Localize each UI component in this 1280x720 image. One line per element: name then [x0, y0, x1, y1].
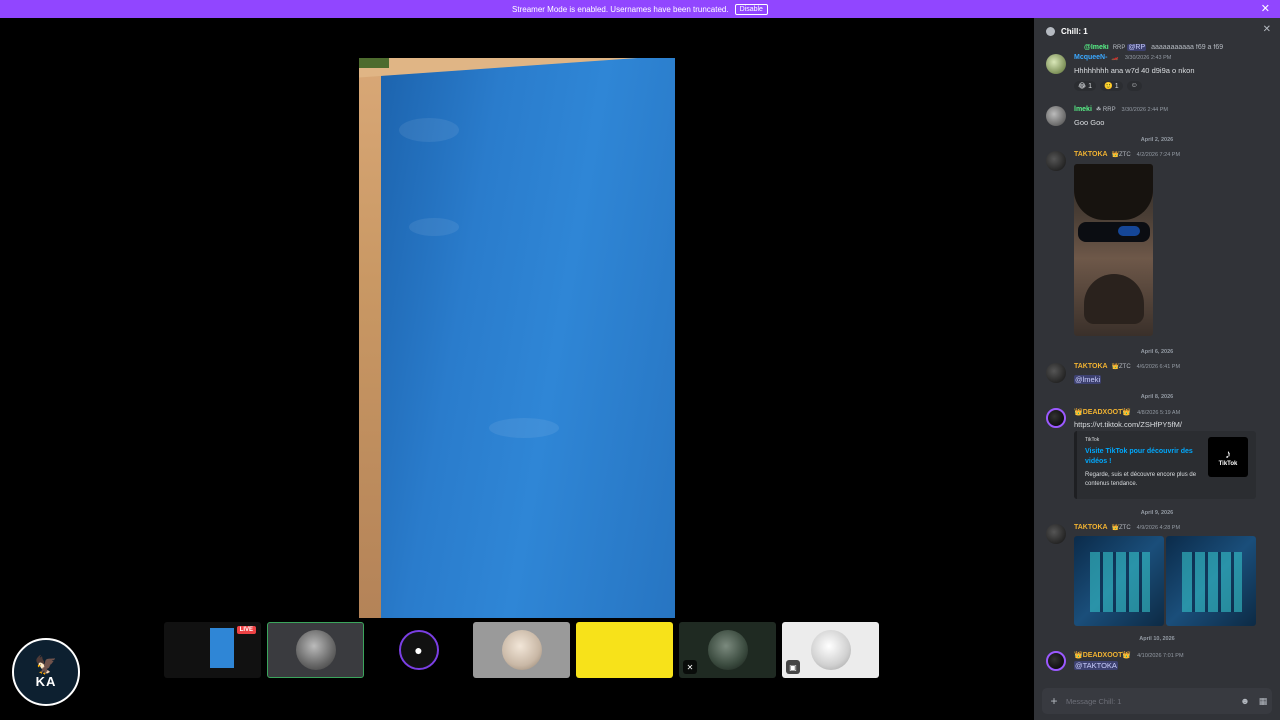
reaction-chip[interactable]: 🙂 1: [1100, 81, 1123, 91]
embed-provider: TikTok: [1085, 437, 1100, 443]
avatar: [1046, 408, 1066, 428]
timestamp: 4/10/2026 7:01 PM: [1137, 653, 1184, 659]
participant-tile-screenshare[interactable]: LIVE: [164, 622, 261, 678]
embed-description: Regarde, suis et découvre encore plus de…: [1085, 472, 1197, 487]
author-name[interactable]: TAKTOKA: [1074, 151, 1108, 158]
avatar: [1046, 151, 1066, 171]
banner-text: Streamer Mode is enabled. Usernames have…: [512, 4, 729, 14]
author-tag: 🏎️: [1111, 55, 1119, 61]
reply-mention: @RP: [1127, 44, 1147, 51]
message-list: @lmeki RRP @RP aaaaaaaaaaa f69 a f69 Mcq…: [1034, 44, 1280, 684]
timestamp: 3/30/2026 2:43 PM: [1124, 55, 1172, 61]
participant-strip: LIVE ● ✕ ▣: [164, 622, 879, 680]
timestamp: 4/6/2026 6:41 PM: [1136, 364, 1181, 370]
music-note-icon: ♪: [1225, 447, 1231, 461]
timestamp: 4/9/2026 4:28 PM: [1136, 525, 1181, 531]
reply-text: aaaaaaaaaaa f69 a f69: [1151, 44, 1224, 51]
author-tag: ☘ RRP: [1095, 107, 1116, 113]
avatar: [501, 630, 542, 670]
avatar: [810, 630, 851, 670]
plus-icon[interactable]: +: [1042, 694, 1066, 708]
date-divider: April 8, 2026: [1140, 394, 1174, 400]
participant-tile-light[interactable]: ▣: [782, 622, 879, 678]
embed-title[interactable]: Visite TikTok pour découvrir des vidéos …: [1085, 447, 1205, 467]
participant-tile-camera[interactable]: ●: [370, 622, 467, 678]
message-composer: + ☻ ▦: [1042, 688, 1272, 714]
avatar: [1046, 54, 1066, 74]
screen-preview: [210, 628, 234, 668]
server-logo: 🦅 KA: [12, 638, 80, 706]
author-name[interactable]: lmeki: [1074, 106, 1092, 113]
participant-tile-selected[interactable]: [267, 622, 364, 678]
message-text: Goo Goo: [1074, 118, 1105, 127]
camera-icon: ●: [398, 630, 439, 670]
pool-edge: [359, 58, 381, 618]
close-chat-icon[interactable]: ✕: [1263, 24, 1271, 35]
embed-thumb-label: TikTok: [1218, 461, 1238, 467]
author-tag: 👑ZTC: [1111, 525, 1131, 531]
author-name[interactable]: 👑DEADXOOT👑: [1074, 409, 1131, 416]
reaction-chip[interactable]: 😂 1: [1074, 81, 1097, 91]
author-name[interactable]: TAKTOKA: [1074, 524, 1108, 531]
water-ripple: [489, 418, 559, 438]
tiktok-logo: ♪ TikTok: [1208, 437, 1248, 477]
avatar: [1046, 363, 1066, 383]
reply-tag: RRP: [1112, 45, 1126, 51]
avatar: [1046, 524, 1066, 544]
avatar: [1046, 106, 1066, 126]
image-attachment[interactable]: [1166, 536, 1256, 626]
avatar: [1046, 651, 1066, 671]
date-divider: April 9, 2026: [1140, 510, 1174, 516]
screen-share-icon: ▣: [786, 660, 800, 674]
grass-patch: [359, 58, 389, 68]
author-name[interactable]: TAKTOKA: [1074, 363, 1108, 370]
reactions: 😂 1 🙂 1 ☺: [1074, 81, 1142, 91]
water-ripple: [399, 118, 459, 142]
streamer-mode-banner: Streamer Mode is enabled. Usernames have…: [0, 0, 1280, 18]
emoji-icon[interactable]: ☻: [1236, 696, 1254, 706]
water-ripple: [409, 218, 459, 236]
live-badge: LIVE: [236, 626, 256, 634]
message-input[interactable]: [1066, 696, 1236, 706]
date-divider: April 2, 2026: [1140, 137, 1174, 143]
disable-streamer-mode-button[interactable]: Disable: [734, 3, 768, 15]
eagle-icon: 🦅: [34, 654, 58, 675]
image-attachment[interactable]: [1074, 536, 1164, 626]
image-attachment[interactable]: [1074, 164, 1153, 336]
participant-tile[interactable]: [473, 622, 570, 678]
link-embed[interactable]: TikTok Visite TikTok pour découvrir des …: [1074, 431, 1256, 499]
apps-icon[interactable]: ▦: [1254, 696, 1272, 707]
author-name[interactable]: 👑DEADXOOT👑: [1074, 652, 1131, 659]
author-name[interactable]: McqueeN-: [1074, 54, 1107, 61]
message-text: Hhhhhhhh ana w7d 40 d9i9a o nkon: [1074, 66, 1195, 75]
image-gallery: [1074, 536, 1256, 626]
channel-icon: [1046, 26, 1055, 36]
timestamp: 4/8/2026 5:19 AM: [1137, 410, 1181, 416]
stream-stage: LIVE ● ✕ ▣ 🦅 KA: [0, 18, 1034, 720]
participant-tile-muted[interactable]: ✕: [679, 622, 776, 678]
user-mention[interactable]: @lmeki: [1074, 375, 1102, 384]
date-divider: April 6, 2026: [1140, 349, 1174, 355]
logo-mark: KA: [35, 673, 57, 689]
avatar: [295, 630, 336, 670]
pool-edge-top: [359, 58, 675, 84]
author-tag: 👑ZTC: [1111, 364, 1131, 370]
author-tag: 👑ZTC: [1111, 152, 1131, 158]
chat-header: Chill: 1 ✕: [1034, 18, 1280, 44]
chat-title: Chill: 1: [1061, 26, 1088, 36]
mic-muted-icon: ✕: [683, 660, 697, 674]
date-divider: April 10, 2026: [1139, 636, 1175, 642]
add-reaction-icon[interactable]: ☺: [1126, 81, 1142, 91]
timestamp: 4/2/2026 7:24 PM: [1136, 152, 1181, 158]
main-video-feed[interactable]: [359, 58, 675, 618]
avatar: [707, 630, 748, 670]
close-icon[interactable]: ✕: [1261, 2, 1270, 15]
participant-tile-yellow[interactable]: [576, 622, 673, 678]
chat-panel: Chill: 1 ✕ @lmeki RRP @RP aaaaaaaaaaa f6…: [1034, 18, 1280, 720]
reply-name: @lmeki: [1084, 44, 1109, 51]
user-mention[interactable]: @TAKTOKA: [1074, 661, 1118, 670]
timestamp: 3/30/2026 2:44 PM: [1121, 107, 1169, 113]
message-link[interactable]: https://vt.tiktok.com/ZSHfPY5fM/: [1074, 420, 1182, 429]
sunglasses: [1078, 222, 1150, 242]
